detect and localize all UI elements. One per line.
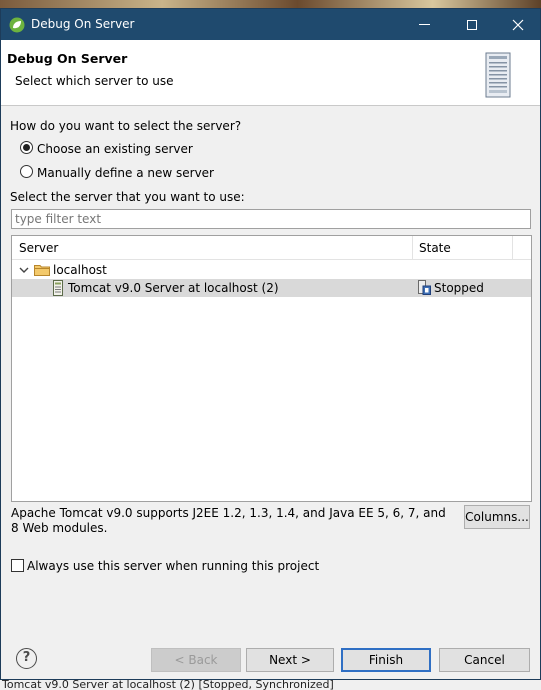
column-header-server[interactable]: Server — [19, 241, 58, 255]
server-icon — [53, 280, 63, 296]
close-icon — [512, 19, 524, 30]
selection-question: How do you want to select the server? — [10, 119, 242, 133]
title-bar[interactable]: Debug On Server — [1, 9, 540, 40]
folder-icon — [34, 265, 50, 276]
stopped-state-icon — [418, 280, 431, 295]
minimize-icon — [418, 24, 430, 25]
next-button[interactable]: Next > — [246, 648, 334, 672]
maximize-button[interactable] — [449, 9, 495, 40]
always-use-label[interactable]: Always use this server when running this… — [27, 559, 319, 573]
finish-button[interactable]: Finish — [341, 648, 431, 672]
spring-leaf-icon — [9, 17, 25, 33]
minimize-button[interactable] — [401, 9, 447, 40]
window-title: Debug On Server — [31, 17, 135, 31]
wizard-title: Debug On Server — [7, 51, 128, 66]
wizard-subtitle: Select which server to use — [15, 74, 174, 88]
columns-button[interactable]: Columns... — [464, 505, 530, 529]
chevron-down-icon[interactable] — [18, 264, 30, 276]
server-table[interactable]: Server State localhost Tomcat v9.0 Serve… — [11, 235, 532, 502]
close-button[interactable] — [495, 9, 541, 40]
radio-new-server[interactable] — [20, 165, 33, 178]
help-icon[interactable]: ? — [16, 648, 37, 669]
server-description: Apache Tomcat v9.0 supports J2EE 1.2, 1.… — [11, 506, 446, 535]
background-status-text: Tomcat v9.0 Server at localhost (2) [Sto… — [0, 680, 541, 690]
column-divider[interactable] — [412, 236, 413, 260]
server-state: Stopped — [434, 281, 484, 295]
server-banner-icon — [485, 52, 511, 98]
always-use-checkbox[interactable] — [11, 559, 24, 572]
tree-row-localhost[interactable]: localhost — [12, 261, 531, 279]
cancel-button[interactable]: Cancel — [439, 648, 530, 672]
server-list-label: Select the server that you want to use: — [10, 190, 245, 204]
column-header-state[interactable]: State — [419, 241, 451, 255]
host-name: localhost — [53, 263, 107, 277]
radio-new-server-label[interactable]: Manually define a new server — [37, 166, 214, 180]
wizard-header: Debug On Server Select which server to u… — [1, 40, 540, 106]
tree-row-tomcat-server[interactable]: Tomcat v9.0 Server at localhost (2) Stop… — [12, 279, 531, 297]
radio-existing-server[interactable] — [20, 141, 33, 154]
column-divider[interactable] — [512, 236, 513, 260]
filter-input[interactable] — [11, 209, 531, 229]
debug-on-server-dialog: Debug On Server Debug On Server Select w… — [0, 8, 541, 680]
radio-existing-server-label[interactable]: Choose an existing server — [37, 142, 193, 156]
maximize-icon — [467, 19, 477, 30]
back-button[interactable]: < Back — [151, 648, 241, 672]
table-header: Server State — [12, 236, 531, 260]
server-name: Tomcat v9.0 Server at localhost (2) — [68, 281, 279, 295]
